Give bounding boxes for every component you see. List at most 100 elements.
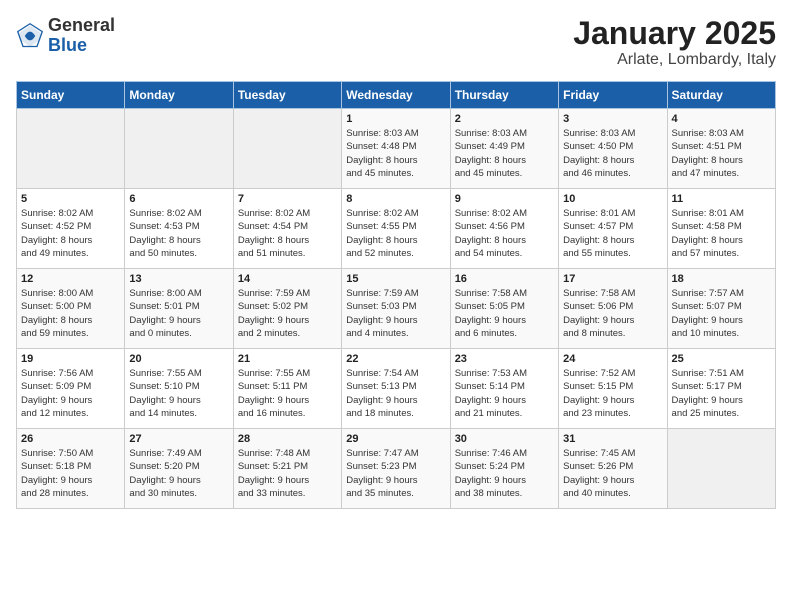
day-number: 9 — [455, 193, 554, 205]
day-number: 17 — [563, 273, 662, 285]
day-number: 24 — [563, 353, 662, 365]
weekday-header-row: SundayMondayTuesdayWednesdayThursdayFrid… — [17, 82, 776, 109]
calendar-cell: 24 Sunrise: 7:52 AM Sunset: 5:15 PM Dayli… — [559, 349, 667, 429]
calendar-week-3: 12 Sunrise: 8:00 AM Sunset: 5:00 PM Dayli… — [17, 269, 776, 349]
calendar-cell: 11 Sunrise: 8:01 AM Sunset: 4:58 PM Dayli… — [667, 189, 775, 269]
day-number: 1 — [346, 113, 445, 125]
logo-icon — [16, 22, 44, 50]
day-info: Sunrise: 8:00 AM Sunset: 5:01 PM Dayligh… — [129, 287, 228, 340]
day-info: Sunrise: 8:03 AM Sunset: 4:50 PM Dayligh… — [563, 127, 662, 180]
day-number: 2 — [455, 113, 554, 125]
calendar-cell: 6 Sunrise: 8:02 AM Sunset: 4:53 PM Daylig… — [125, 189, 233, 269]
weekday-header-tuesday: Tuesday — [233, 82, 341, 109]
calendar-cell: 7 Sunrise: 8:02 AM Sunset: 4:54 PM Daylig… — [233, 189, 341, 269]
calendar-week-4: 19 Sunrise: 7:56 AM Sunset: 5:09 PM Dayli… — [17, 349, 776, 429]
calendar-cell: 3Sunrise: 8:03 AM Sunset: 4:50 PM Daylig… — [559, 109, 667, 189]
day-info: Sunrise: 8:02 AM Sunset: 4:55 PM Dayligh… — [346, 207, 445, 260]
calendar-subtitle: Arlate, Lombardy, Italy — [573, 51, 776, 69]
day-info: Sunrise: 7:55 AM Sunset: 5:10 PM Dayligh… — [129, 367, 228, 420]
calendar-cell: 26Sunrise: 7:50 AM Sunset: 5:18 PM Dayli… — [17, 429, 125, 509]
day-info: Sunrise: 8:02 AM Sunset: 4:52 PM Dayligh… — [21, 207, 120, 260]
day-number: 12 — [21, 273, 120, 285]
day-info: Sunrise: 7:56 AM Sunset: 5:09 PM Dayligh… — [21, 367, 120, 420]
calendar-cell: 1 Sunrise: 8:03 AM Sunset: 4:48 PM Daylig… — [342, 109, 450, 189]
calendar-cell: 9 Sunrise: 8:02 AM Sunset: 4:56 PM Daylig… — [450, 189, 558, 269]
day-info: Sunrise: 8:02 AM Sunset: 4:54 PM Dayligh… — [238, 207, 337, 260]
calendar-cell: 10Sunrise: 8:01 AM Sunset: 4:57 PM Dayli… — [559, 189, 667, 269]
calendar-cell: 4 Sunrise: 8:03 AM Sunset: 4:51 PM Daylig… — [667, 109, 775, 189]
calendar-cell — [233, 109, 341, 189]
day-number: 19 — [21, 353, 120, 365]
day-number: 30 — [455, 433, 554, 445]
calendar-cell: 20 Sunrise: 7:55 AM Sunset: 5:10 PM Dayli… — [125, 349, 233, 429]
day-info: Sunrise: 7:51 AM Sunset: 5:17 PM Dayligh… — [672, 367, 771, 420]
weekday-header-wednesday: Wednesday — [342, 82, 450, 109]
day-info: Sunrise: 7:45 AM Sunset: 5:26 PM Dayligh… — [563, 447, 662, 500]
day-info: Sunrise: 7:53 AM Sunset: 5:14 PM Dayligh… — [455, 367, 554, 420]
day-number: 7 — [238, 193, 337, 205]
day-info: Sunrise: 7:49 AM Sunset: 5:20 PM Dayligh… — [129, 447, 228, 500]
day-info: Sunrise: 7:48 AM Sunset: 5:21 PM Dayligh… — [238, 447, 337, 500]
day-info: Sunrise: 8:00 AM Sunset: 5:00 PM Dayligh… — [21, 287, 120, 340]
day-info: Sunrise: 8:03 AM Sunset: 4:48 PM Dayligh… — [346, 127, 445, 180]
day-info: Sunrise: 7:55 AM Sunset: 5:11 PM Dayligh… — [238, 367, 337, 420]
day-number: 5 — [21, 193, 120, 205]
day-number: 8 — [346, 193, 445, 205]
calendar-cell: 2 Sunrise: 8:03 AM Sunset: 4:49 PM Daylig… — [450, 109, 558, 189]
day-number: 23 — [455, 353, 554, 365]
day-info: Sunrise: 7:52 AM Sunset: 5:15 PM Dayligh… — [563, 367, 662, 420]
calendar-cell: 19 Sunrise: 7:56 AM Sunset: 5:09 PM Dayli… — [17, 349, 125, 429]
day-number: 11 — [672, 193, 771, 205]
day-info: Sunrise: 7:58 AM Sunset: 5:06 PM Dayligh… — [563, 287, 662, 340]
weekday-header-saturday: Saturday — [667, 82, 775, 109]
day-info: Sunrise: 8:02 AM Sunset: 4:56 PM Dayligh… — [455, 207, 554, 260]
weekday-header-friday: Friday — [559, 82, 667, 109]
logo-blue-text: Blue — [48, 35, 87, 55]
calendar-cell — [17, 109, 125, 189]
day-info: Sunrise: 8:01 AM Sunset: 4:58 PM Dayligh… — [672, 207, 771, 260]
day-number: 20 — [129, 353, 228, 365]
day-number: 21 — [238, 353, 337, 365]
calendar-week-1: 1 Sunrise: 8:03 AM Sunset: 4:48 PM Daylig… — [17, 109, 776, 189]
calendar-cell: 23 Sunrise: 7:53 AM Sunset: 5:14 PM Dayli… — [450, 349, 558, 429]
day-number: 10 — [563, 193, 662, 205]
calendar-title: January 2025 — [573, 16, 776, 51]
calendar-cell: 29Sunrise: 7:47 AM Sunset: 5:23 PM Dayli… — [342, 429, 450, 509]
day-info: Sunrise: 8:03 AM Sunset: 4:51 PM Dayligh… — [672, 127, 771, 180]
calendar-cell: 17 Sunrise: 7:58 AM Sunset: 5:06 PM Dayli… — [559, 269, 667, 349]
weekday-header-sunday: Sunday — [17, 82, 125, 109]
day-info: Sunrise: 7:50 AM Sunset: 5:18 PM Dayligh… — [21, 447, 120, 500]
day-number: 22 — [346, 353, 445, 365]
day-number: 6 — [129, 193, 228, 205]
calendar-cell — [667, 429, 775, 509]
day-info: Sunrise: 7:57 AM Sunset: 5:07 PM Dayligh… — [672, 287, 771, 340]
calendar-cell: 28 Sunrise: 7:48 AM Sunset: 5:21 PM Dayli… — [233, 429, 341, 509]
weekday-header-monday: Monday — [125, 82, 233, 109]
logo-general-text: General — [48, 15, 115, 35]
day-info: Sunrise: 8:02 AM Sunset: 4:53 PM Dayligh… — [129, 207, 228, 260]
calendar-week-2: 5 Sunrise: 8:02 AM Sunset: 4:52 PM Daylig… — [17, 189, 776, 269]
calendar-cell: 8 Sunrise: 8:02 AM Sunset: 4:55 PM Daylig… — [342, 189, 450, 269]
calendar-cell: 27Sunrise: 7:49 AM Sunset: 5:20 PM Dayli… — [125, 429, 233, 509]
day-number: 13 — [129, 273, 228, 285]
calendar-cell: 22 Sunrise: 7:54 AM Sunset: 5:13 PM Dayli… — [342, 349, 450, 429]
day-number: 25 — [672, 353, 771, 365]
day-number: 16 — [455, 273, 554, 285]
day-info: Sunrise: 7:54 AM Sunset: 5:13 PM Dayligh… — [346, 367, 445, 420]
calendar-cell: 31 Sunrise: 7:45 AM Sunset: 5:26 PM Dayli… — [559, 429, 667, 509]
calendar-cell: 21 Sunrise: 7:55 AM Sunset: 5:11 PM Dayli… — [233, 349, 341, 429]
day-number: 15 — [346, 273, 445, 285]
calendar-cell: 5 Sunrise: 8:02 AM Sunset: 4:52 PM Daylig… — [17, 189, 125, 269]
day-info: Sunrise: 7:59 AM Sunset: 5:02 PM Dayligh… — [238, 287, 337, 340]
day-number: 29 — [346, 433, 445, 445]
calendar-cell: 15Sunrise: 7:59 AM Sunset: 5:03 PM Dayli… — [342, 269, 450, 349]
day-number: 4 — [672, 113, 771, 125]
day-number: 28 — [238, 433, 337, 445]
day-number: 14 — [238, 273, 337, 285]
calendar-table: SundayMondayTuesdayWednesdayThursdayFrid… — [16, 81, 776, 509]
day-info: Sunrise: 8:03 AM Sunset: 4:49 PM Dayligh… — [455, 127, 554, 180]
page-header: General Blue January 2025 Arlate, Lombar… — [16, 16, 776, 69]
day-number: 31 — [563, 433, 662, 445]
weekday-header-thursday: Thursday — [450, 82, 558, 109]
calendar-cell — [125, 109, 233, 189]
